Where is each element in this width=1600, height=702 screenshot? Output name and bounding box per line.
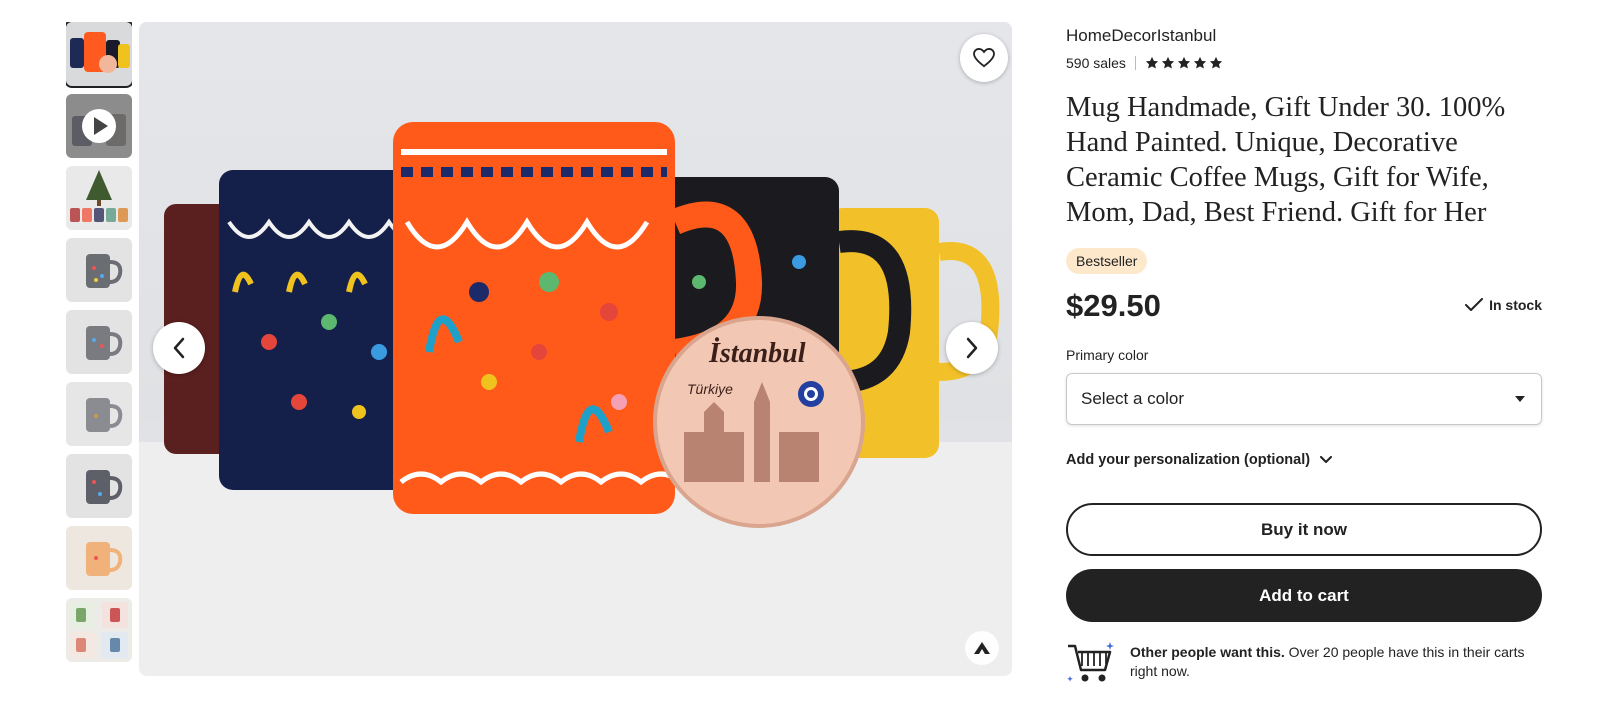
- personalization-label: Add your personalization (optional): [1066, 452, 1311, 468]
- product-title: Mug Handmade, Gift Under 30. 100% Hand P…: [1066, 92, 1506, 228]
- thumbnail-7[interactable]: [66, 454, 132, 518]
- brand-logo-icon: [965, 631, 999, 665]
- star-icon: [1209, 56, 1223, 69]
- star-icon: [1177, 56, 1191, 69]
- shopping-cart-icon: [1067, 642, 1114, 682]
- star-icon: [1161, 56, 1175, 69]
- social-proof: Other people want this. Over 20 people h…: [1066, 640, 1540, 686]
- main-product-image[interactable]: İstanbul Türkiye: [139, 22, 1012, 676]
- favorite-button[interactable]: [960, 34, 1008, 82]
- thumbnail-3[interactable]: [66, 166, 132, 230]
- previous-image-button[interactable]: [153, 322, 205, 374]
- rating-stars[interactable]: [1145, 56, 1223, 70]
- shop-name-link[interactable]: HomeDecorIstanbul: [1066, 26, 1216, 46]
- sales-rating-row: 590 sales: [1066, 55, 1223, 71]
- chevron-right-icon: [966, 337, 978, 359]
- thumbnail-1[interactable]: [66, 22, 132, 88]
- divider: [1134, 56, 1136, 70]
- stock-status: In stock: [1465, 297, 1542, 313]
- thumbnail-strip: [66, 22, 132, 672]
- thumbnail-6[interactable]: [66, 382, 132, 446]
- heart-icon: [973, 48, 995, 68]
- thumbnail-8[interactable]: [66, 526, 132, 590]
- bestseller-badge: Bestseller: [1066, 248, 1148, 274]
- sales-count: 590 sales: [1066, 55, 1126, 71]
- chevron-down-icon: [1320, 456, 1333, 463]
- thumbnail-video[interactable]: [66, 94, 132, 158]
- star-icon: [1193, 56, 1207, 69]
- caret-down-icon: [1515, 396, 1525, 402]
- thumbnail-4[interactable]: [66, 238, 132, 302]
- star-icon: [1145, 56, 1159, 69]
- thumbnail-9[interactable]: [66, 598, 132, 662]
- next-image-button[interactable]: [946, 322, 998, 374]
- coaster-text: İstanbul: [708, 338, 806, 369]
- add-to-cart-button[interactable]: Add to cart: [1066, 569, 1542, 622]
- product-photo: İstanbul Türkiye: [139, 22, 1012, 676]
- checkmark-icon: [1465, 298, 1484, 311]
- stock-status-label: In stock: [1489, 297, 1542, 313]
- chevron-left-icon: [173, 337, 185, 359]
- buy-it-now-button[interactable]: Buy it now: [1066, 503, 1542, 556]
- primary-color-select-value: Select a color: [1081, 389, 1184, 408]
- primary-color-select[interactable]: Select a color: [1066, 373, 1542, 425]
- coaster-subtext: Türkiye: [687, 381, 733, 397]
- product-price: $29.50: [1066, 288, 1161, 323]
- social-proof-text: Other people want this. Over 20 people h…: [1130, 643, 1540, 681]
- thumbnail-5[interactable]: [66, 310, 132, 374]
- primary-color-label: Primary color: [1066, 347, 1149, 363]
- social-proof-bold: Other people want this.: [1130, 644, 1285, 660]
- personalization-toggle[interactable]: Add your personalization (optional): [1066, 452, 1333, 468]
